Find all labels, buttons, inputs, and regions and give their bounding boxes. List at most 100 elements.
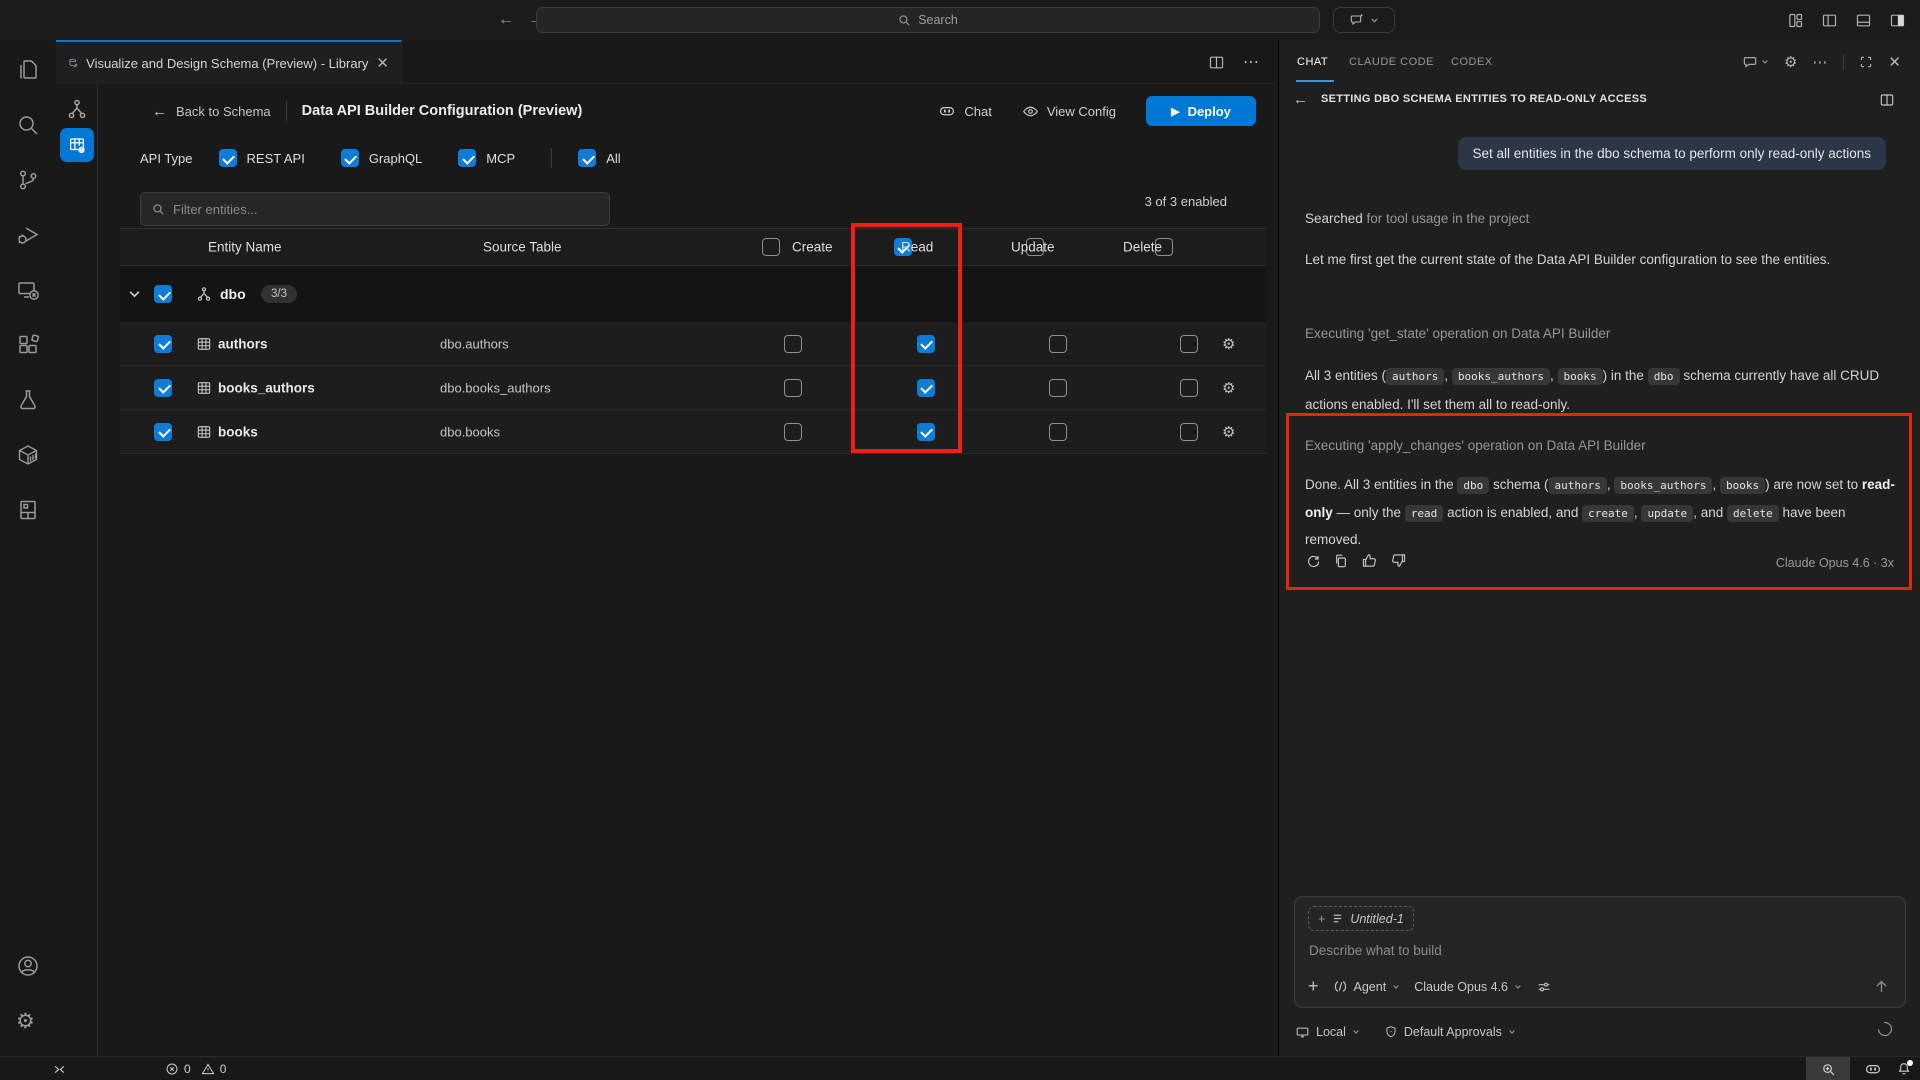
context-chip[interactable]: + Untitled-1 (1308, 906, 1414, 931)
row-checkbox[interactable] (154, 335, 172, 353)
retry-icon[interactable] (1305, 553, 1321, 569)
remote-explorer-icon[interactable] (16, 278, 40, 302)
tab-chat[interactable]: CHAT (1297, 40, 1328, 84)
containers-icon[interactable] (16, 443, 40, 467)
send-button[interactable] (1873, 978, 1890, 995)
chat-settings-gear-icon[interactable]: ⚙ (1784, 53, 1797, 71)
col-update: Update (1011, 240, 1055, 255)
row-settings-gear-icon[interactable]: ⚙ (1222, 335, 1235, 353)
deploy-button[interactable]: ▶ Deploy (1146, 96, 1256, 126)
create-checkbox[interactable] (784, 423, 802, 441)
run-debug-icon[interactable] (16, 223, 40, 247)
create-checkbox[interactable] (784, 379, 802, 397)
toggle-primary-sidebar-icon[interactable] (1821, 12, 1838, 29)
open-in-editor-icon[interactable] (1879, 92, 1895, 108)
graphql-checkbox[interactable] (341, 149, 359, 167)
maximize-panel-icon[interactable] (1859, 55, 1873, 69)
thumbs-down-icon[interactable] (1390, 552, 1407, 569)
chevron-down-icon (1370, 16, 1379, 25)
agent-mode-icon (1333, 979, 1348, 994)
read-checkbox[interactable] (917, 379, 935, 397)
create-checkbox[interactable] (784, 335, 802, 353)
environment-picker[interactable]: Local (1295, 1025, 1360, 1040)
model-picker[interactable]: Claude Opus 4.6 (1414, 980, 1522, 994)
copilot-chat-button[interactable] (1333, 7, 1395, 33)
activity-bar: ⚙ (0, 40, 56, 1056)
copilot-status-icon[interactable] (1864, 1060, 1882, 1078)
editor-tab[interactable]: Visualize and Design Schema (Preview) - … (56, 40, 402, 84)
read-checkbox[interactable] (917, 423, 935, 441)
mcp-checkbox[interactable] (458, 149, 476, 167)
delete-checkbox[interactable] (1180, 335, 1198, 353)
command-center-search[interactable]: Search (536, 7, 1320, 33)
table-icon (196, 380, 212, 396)
update-checkbox[interactable] (1049, 423, 1067, 441)
tab-close-icon[interactable]: ✕ (376, 54, 389, 72)
collapse-chevron-icon[interactable] (128, 288, 141, 301)
entity-row-authors[interactable]: authors dbo.authors ⚙ (120, 322, 1266, 366)
entity-row-books[interactable]: books dbo.books ⚙ (120, 410, 1266, 454)
zoom-status-item[interactable] (1806, 1057, 1850, 1080)
approvals-picker[interactable]: Default Approvals (1384, 1025, 1516, 1039)
row-settings-gear-icon[interactable]: ⚙ (1222, 379, 1235, 397)
chat-sparkle-icon (1349, 12, 1365, 28)
thumbs-up-icon[interactable] (1361, 552, 1378, 569)
chat-input-box[interactable]: + Untitled-1 Describe what to build + Ag… (1294, 896, 1906, 1008)
settings-gear-icon[interactable]: ⚙ (16, 1010, 40, 1034)
session-back-icon[interactable]: ← (1293, 91, 1308, 108)
api-type-divider (551, 148, 552, 168)
entities-table: Entity Name Source Table Create Read Upd… (120, 228, 1266, 454)
tab-claude-code[interactable]: CLAUDE CODE (1349, 40, 1434, 84)
search-view-icon[interactable] (16, 113, 40, 137)
filter-entities-input[interactable]: Filter entities... (140, 192, 610, 226)
tab-codex[interactable]: CODEX (1451, 40, 1493, 84)
schema-group-row[interactable]: dbo 3/3 (120, 266, 1266, 322)
problems-indicator[interactable]: 0 0 (165, 1062, 226, 1076)
notifications-bell[interactable] (1896, 1061, 1912, 1077)
update-checkbox[interactable] (1049, 379, 1067, 397)
tools-sliders-icon[interactable] (1536, 979, 1552, 995)
database-projects-icon[interactable] (16, 498, 40, 522)
testing-icon[interactable] (16, 388, 40, 412)
warning-icon (201, 1062, 215, 1076)
toggle-secondary-sidebar-icon[interactable] (1889, 12, 1906, 29)
copy-icon[interactable] (1333, 553, 1349, 569)
toggle-panel-icon[interactable] (1855, 12, 1872, 29)
row-settings-gear-icon[interactable]: ⚙ (1222, 423, 1235, 441)
customize-layout-icon[interactable] (1787, 12, 1804, 29)
schema-checkbox[interactable] (154, 285, 172, 303)
shield-icon (1384, 1025, 1398, 1039)
entity-row-books-authors[interactable]: books_authors dbo.books_authors ⚙ (120, 366, 1266, 410)
col-source-table: Source Table (483, 240, 562, 255)
attach-context-icon[interactable]: + (1308, 976, 1319, 997)
back-to-schema-link[interactable]: ← Back to Schema (152, 103, 271, 120)
row-checkbox[interactable] (154, 379, 172, 397)
update-checkbox[interactable] (1049, 335, 1067, 353)
extensions-icon[interactable] (16, 333, 40, 357)
chat-mode-dropdown[interactable] (1742, 54, 1769, 70)
chat-more-actions-icon[interactable]: ⋯ (1812, 53, 1828, 71)
mode-picker[interactable]: Agent (1333, 979, 1401, 994)
tool-execution-line[interactable]: Executing 'get_state' operation on Data … (1305, 320, 1610, 347)
schema-view-icon[interactable] (66, 98, 88, 120)
rest-api-checkbox[interactable] (219, 149, 237, 167)
view-config-button[interactable]: View Config (1022, 103, 1116, 120)
nav-back-icon[interactable]: ← (498, 11, 514, 29)
searched-line[interactable]: Searched for tool usage in the project (1305, 205, 1529, 232)
explorer-icon[interactable] (16, 58, 40, 82)
remote-indicator-icon[interactable] (52, 1062, 67, 1077)
accounts-icon[interactable] (16, 954, 40, 978)
tool-execution-line[interactable]: Executing 'apply_changes' operation on D… (1305, 432, 1646, 459)
more-actions-icon[interactable]: ⋯ (1243, 52, 1260, 72)
all-checkbox[interactable] (578, 149, 596, 167)
delete-checkbox[interactable] (1180, 423, 1198, 441)
row-checkbox[interactable] (154, 423, 172, 441)
delete-checkbox[interactable] (1180, 379, 1198, 397)
create-all-checkbox[interactable] (762, 238, 780, 256)
split-editor-icon[interactable] (1208, 54, 1225, 71)
source-control-icon[interactable] (16, 168, 40, 192)
chat-button[interactable]: Chat (938, 102, 991, 120)
read-checkbox[interactable] (917, 335, 935, 353)
close-panel-icon[interactable]: ✕ (1888, 53, 1901, 71)
table-designer-icon-active[interactable] (60, 128, 94, 162)
